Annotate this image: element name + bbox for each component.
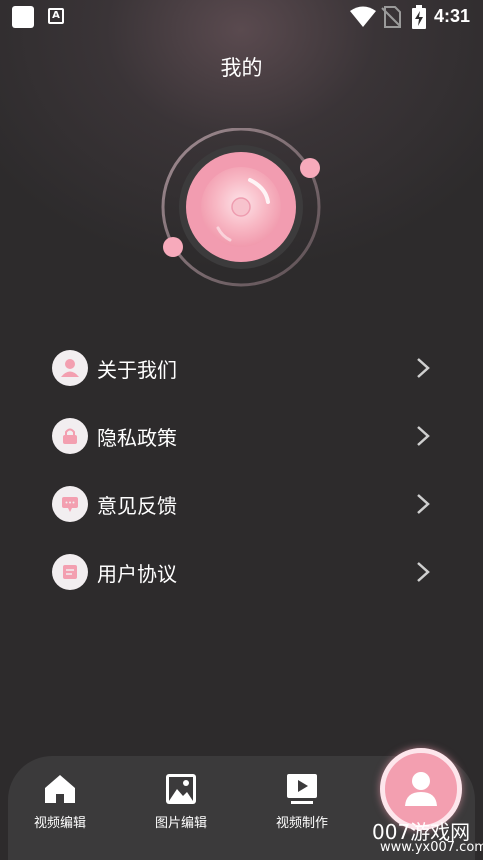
document-icon <box>52 554 88 590</box>
menu-label-feedback: 意见反馈 <box>97 494 177 518</box>
nav-tab-video-make[interactable]: 视频制作 <box>257 772 347 842</box>
chevron-right-icon <box>417 562 430 582</box>
page-title: 我的 <box>220 56 263 80</box>
video-play-icon <box>287 774 317 804</box>
chevron-right-icon <box>417 358 430 378</box>
nav-tab-video-edit[interactable]: 视频编辑 <box>15 772 105 842</box>
menu-label-privacy: 隐私政策 <box>97 426 177 450</box>
home-icon <box>45 775 75 803</box>
wifi-icon <box>350 6 376 27</box>
music-disc-illustration <box>161 128 321 287</box>
status-bar: A 4:31 <box>0 0 483 34</box>
image-icon <box>166 774 196 804</box>
menu-item-privacy[interactable]: 隐私政策 <box>52 416 432 456</box>
menu-item-agreement[interactable]: 用户协议 <box>52 552 432 592</box>
menu-label-about: 关于我们 <box>97 358 177 382</box>
watermark-url: www.yx007.com <box>380 840 483 855</box>
nav-label-video-make: 视频制作 <box>275 816 328 831</box>
person-icon <box>52 350 88 386</box>
menu-item-feedback[interactable]: 意见反馈 <box>52 484 432 524</box>
chat-bubble-icon <box>52 486 88 522</box>
status-time: 4:31 <box>434 6 471 26</box>
menu-item-about[interactable]: 关于我们 <box>52 348 432 388</box>
a-notification-icon: A <box>48 8 64 24</box>
chevron-right-icon <box>417 494 430 514</box>
nav-tab-image-edit[interactable]: 图片编辑 <box>136 772 226 842</box>
profile-icon <box>405 772 437 806</box>
menu-label-agreement: 用户协议 <box>97 562 177 586</box>
nav-label-image-edit: 图片编辑 <box>154 816 207 831</box>
chevron-right-icon <box>417 426 430 446</box>
app-square-icon <box>12 6 34 28</box>
a-glyph: A <box>52 10 60 21</box>
lock-icon <box>52 418 88 454</box>
no-sim-icon <box>381 6 401 28</box>
battery-charging-icon <box>412 5 426 29</box>
nav-label-video-edit: 视频编辑 <box>33 816 86 831</box>
